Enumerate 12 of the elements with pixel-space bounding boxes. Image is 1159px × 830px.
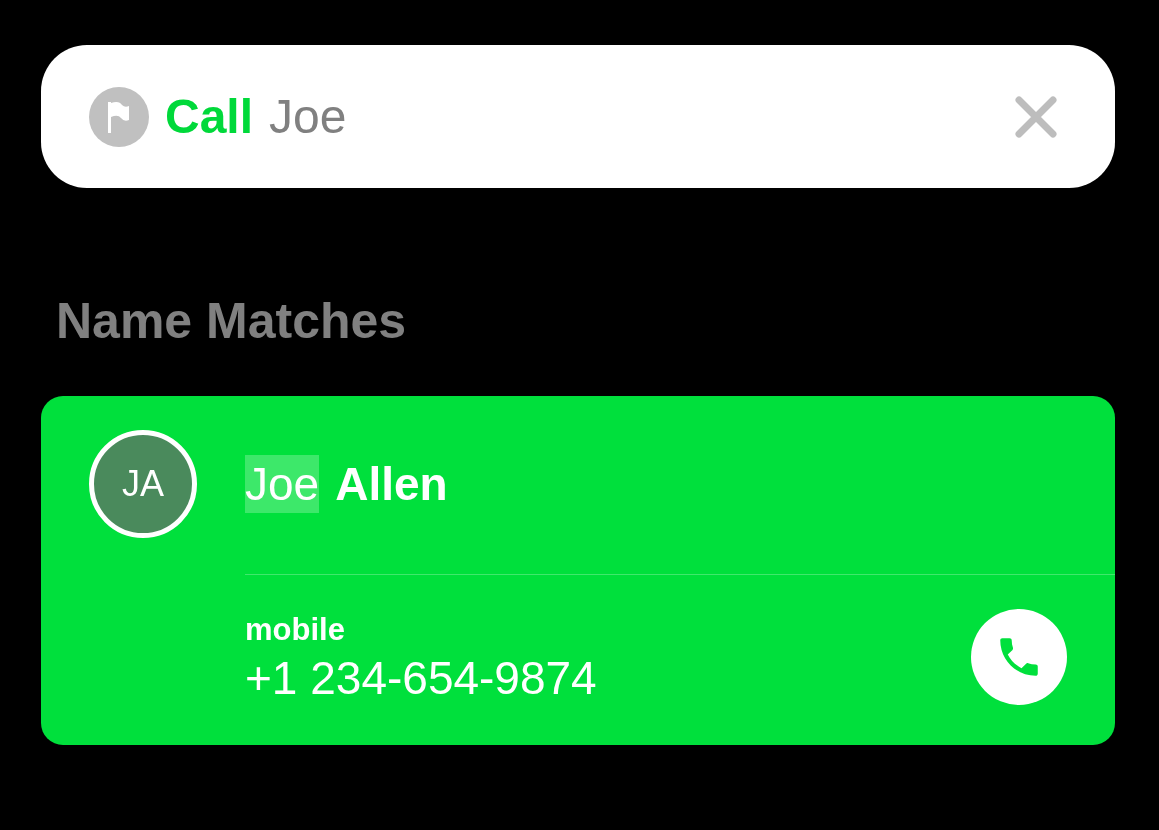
avatar: JA bbox=[89, 430, 197, 538]
phone-number: +1 234-654-9874 bbox=[245, 654, 597, 701]
matched-name-text: Joe bbox=[245, 455, 320, 513]
query-text: Joe bbox=[269, 92, 347, 141]
flag-icon bbox=[89, 86, 149, 147]
name-text: Allen bbox=[335, 461, 448, 507]
clear-button[interactable] bbox=[1015, 95, 1057, 138]
phone-label: mobile bbox=[245, 613, 346, 645]
search-field[interactable]: Call Joe bbox=[41, 45, 1115, 188]
contact-card[interactable]: JA Joe Allen mobile +1 234-654-9874 bbox=[41, 396, 1115, 745]
section-heading: Name Matches bbox=[56, 296, 408, 346]
command-text: Call bbox=[165, 92, 254, 141]
